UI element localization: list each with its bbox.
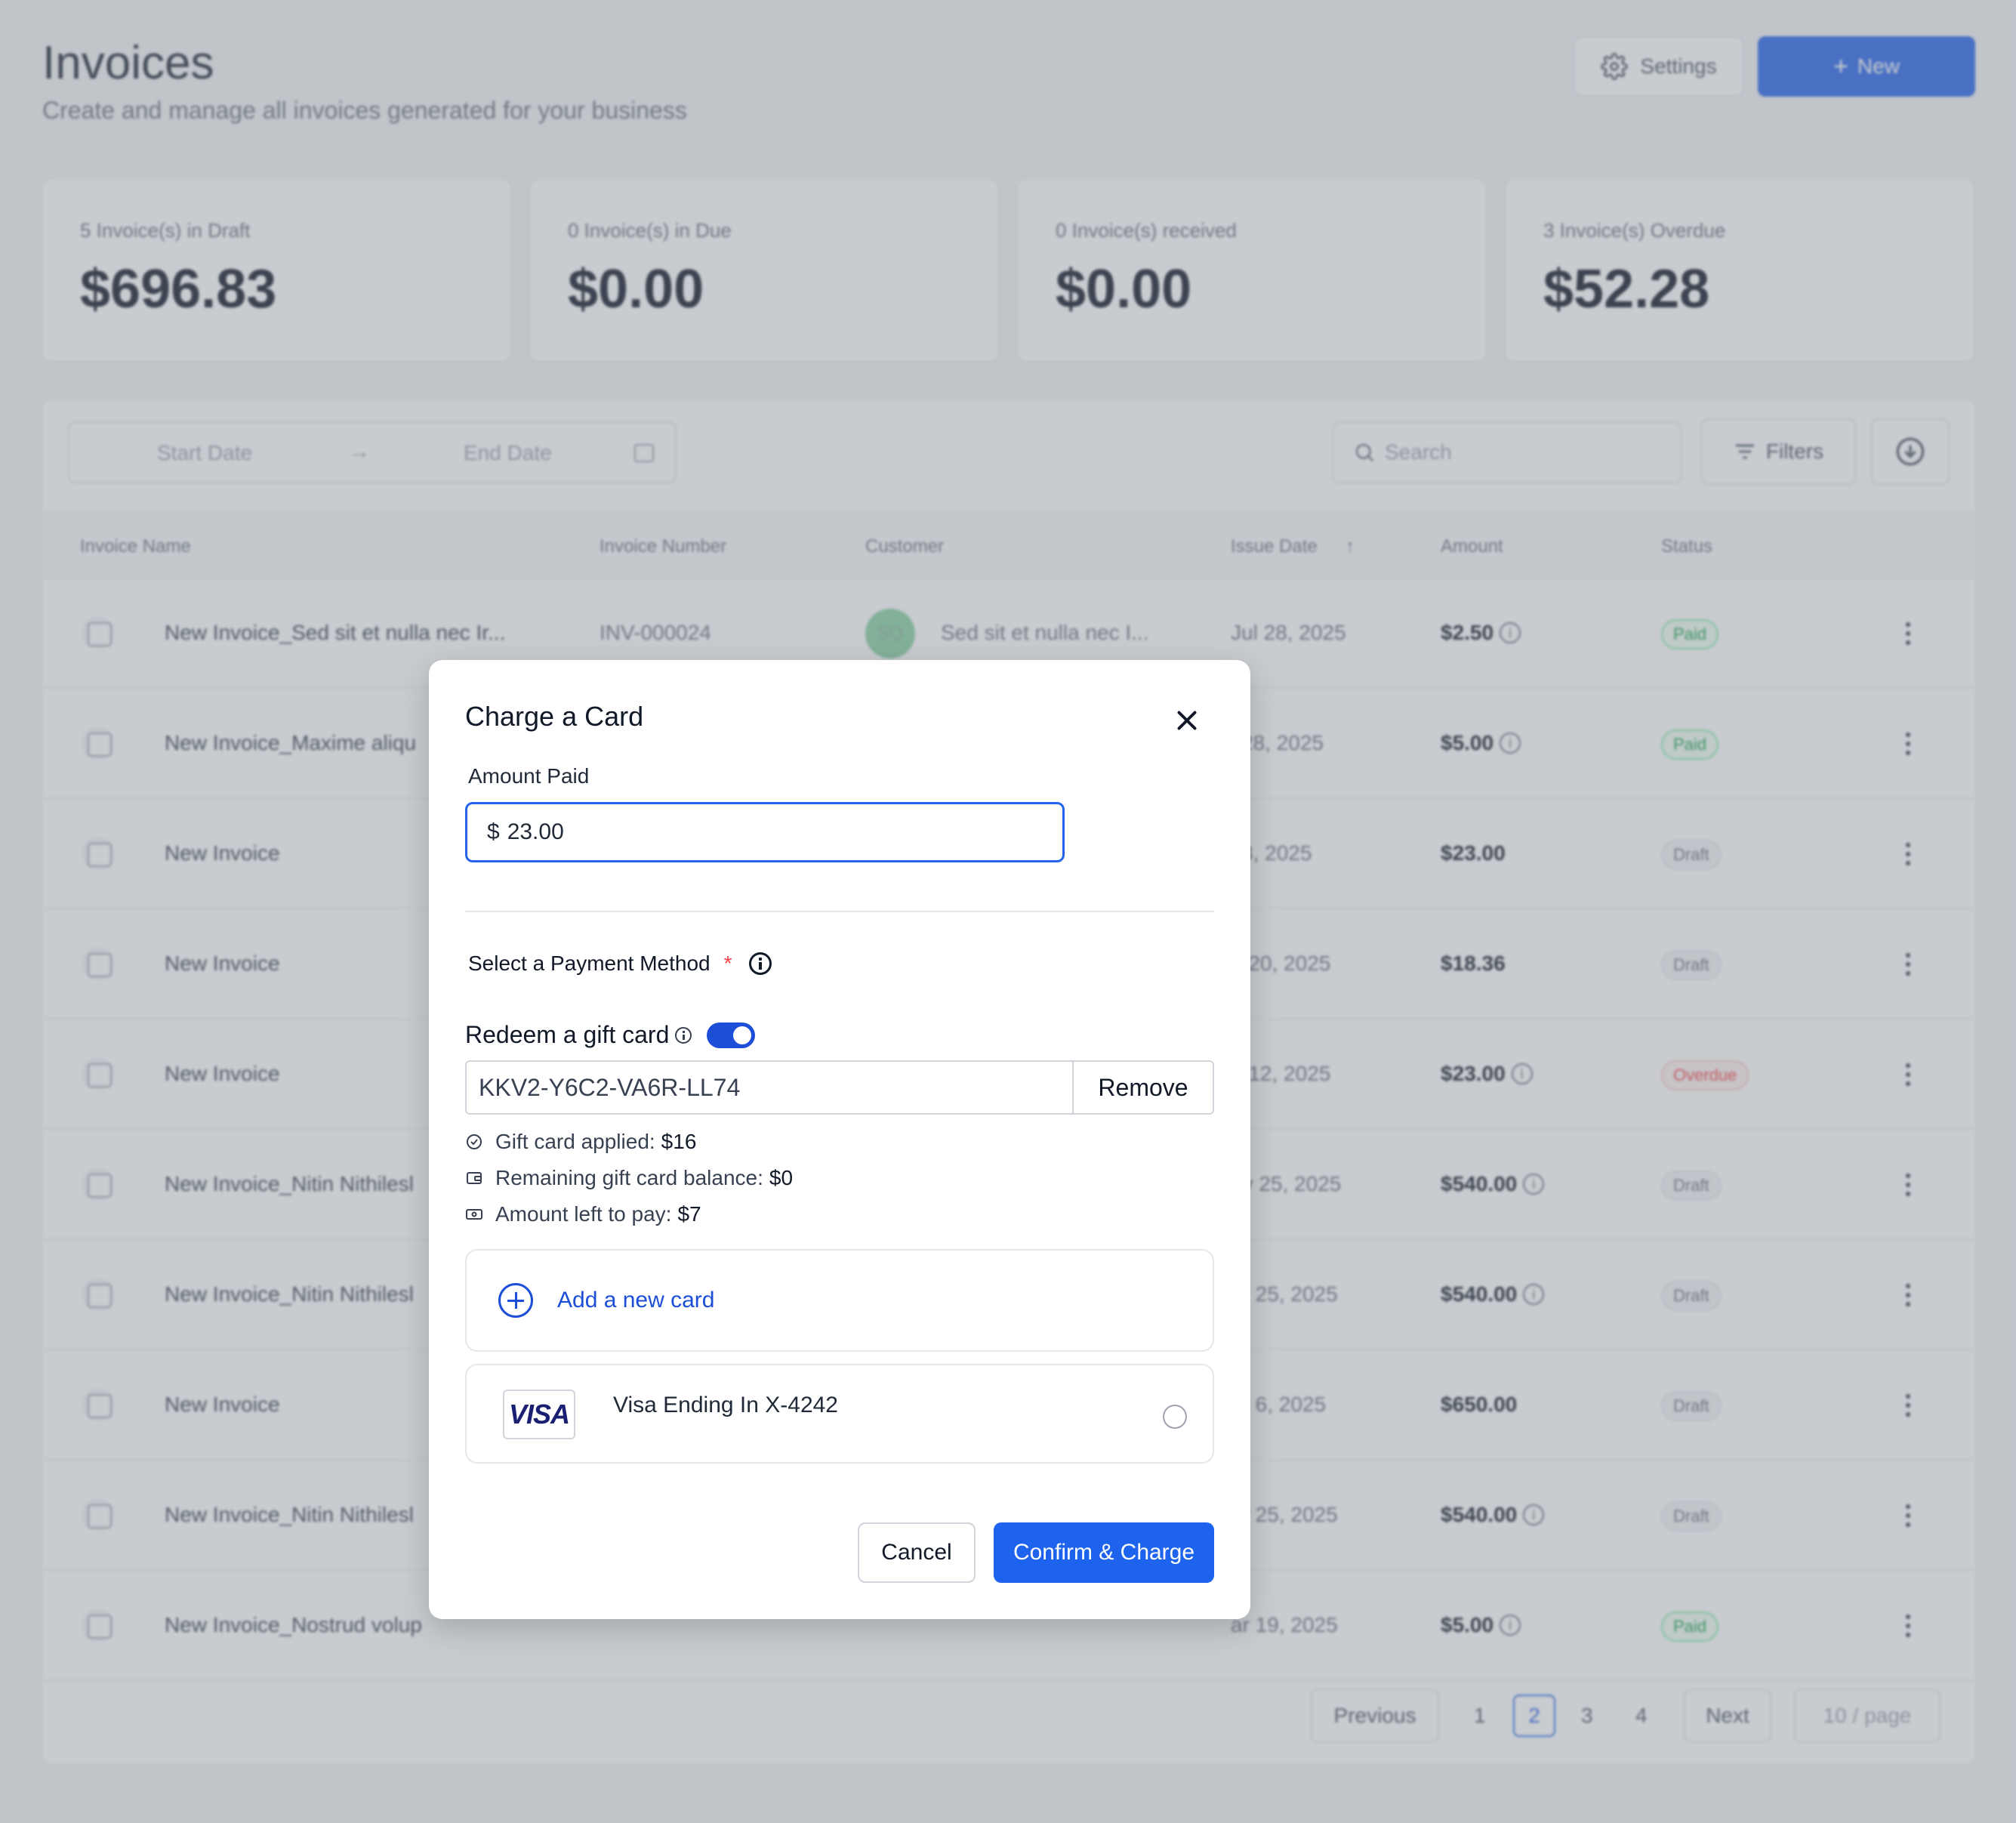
gift-card-applied-row: Gift card applied: $16: [465, 1130, 696, 1154]
confirm-charge-button[interactable]: Confirm & Charge: [994, 1522, 1214, 1583]
remaining-balance-row: Remaining gift card balance: $0: [465, 1166, 793, 1190]
remaining-balance-value: $0: [769, 1166, 794, 1189]
amount-left-row: Amount left to pay: $7: [465, 1202, 701, 1226]
payment-method-label: Select a Payment Method: [468, 952, 711, 975]
cancel-button[interactable]: Cancel: [858, 1522, 976, 1583]
visa-logo-icon: VISA: [503, 1390, 575, 1439]
divider: [465, 911, 1214, 912]
gift-card-applied-value: $16: [661, 1130, 697, 1153]
gift-card-applied-label: Gift card applied:: [495, 1130, 655, 1153]
gift-card-row: Redeem a gift card: [465, 1021, 756, 1049]
check-circle-icon: [467, 1134, 482, 1149]
gift-card-code-input[interactable]: [467, 1062, 1072, 1113]
remaining-balance-label: Remaining gift card balance:: [495, 1166, 763, 1189]
close-icon[interactable]: [1173, 707, 1201, 734]
saved-card-radio[interactable]: [1163, 1405, 1187, 1429]
amount-left-value: $7: [677, 1202, 701, 1226]
info-icon[interactable]: [675, 1026, 692, 1044]
gift-card-code-field: Remove: [465, 1060, 1214, 1115]
amount-paid-field[interactable]: $: [465, 802, 1065, 862]
info-icon[interactable]: [748, 952, 772, 975]
add-new-card-button[interactable]: Add a new card: [465, 1249, 1214, 1352]
plus-circle-icon: [498, 1283, 533, 1318]
add-card-label: Add a new card: [557, 1288, 715, 1312]
remove-gift-card-button[interactable]: Remove: [1072, 1062, 1213, 1113]
gift-card-toggle[interactable]: [707, 1022, 756, 1048]
gift-card-label: Redeem a gift card: [465, 1021, 670, 1048]
currency-symbol: $: [487, 819, 500, 844]
cash-icon: [466, 1209, 482, 1220]
amount-left-label: Amount left to pay:: [495, 1202, 672, 1226]
saved-card-label: Visa Ending In X-4242: [613, 1393, 838, 1417]
wallet-icon: [467, 1172, 482, 1184]
saved-card-option[interactable]: VISA Visa Ending In X-4242: [465, 1364, 1214, 1464]
modal-title: Charge a Card: [465, 701, 644, 732]
required-marker: *: [723, 952, 732, 975]
charge-card-modal: Charge a Card Amount Paid $ Select a Pay…: [429, 660, 1250, 1619]
payment-method-label-row: Select a Payment Method *: [468, 952, 772, 976]
amount-paid-label: Amount Paid: [468, 764, 590, 788]
amount-paid-input[interactable]: [507, 819, 1036, 845]
